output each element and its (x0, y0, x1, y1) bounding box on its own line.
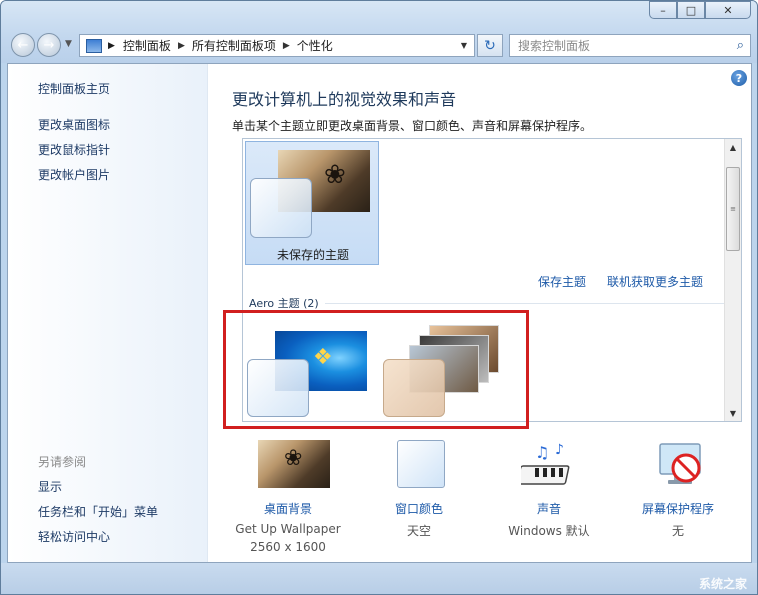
recent-pages-dropdown[interactable]: ▼ (65, 39, 72, 49)
divider (324, 302, 727, 304)
minimize-button[interactable]: – (649, 1, 677, 19)
window: – □ ✕ ← → ▼ ▶ 控制面板 ▶ 所有控制面板项 ▶ 个性化 ▼ ↻ 搜… (0, 0, 758, 595)
window-footer: 系统之家 (1, 563, 757, 594)
page-subtitle: 单击某个主题立即更改桌面背景、窗口颜色、声音和屏幕保护程序。 (232, 119, 593, 133)
sidebar-item-taskbar[interactable]: 任务栏和「开始」菜单 (38, 503, 158, 520)
title-bar: – □ ✕ ← → ▼ ▶ 控制面板 ▶ 所有控制面板项 ▶ 个性化 ▼ ↻ 搜… (1, 1, 757, 63)
maximize-button[interactable]: □ (677, 1, 705, 19)
sidebar-item-desktop-icons[interactable]: 更改桌面图标 (38, 116, 110, 133)
save-theme-link[interactable]: 保存主题 (538, 273, 586, 290)
settings-row: ❀ 桌面背景 Get Up Wallpaper 2560 x 1600 窗口颜色… (208, 436, 753, 556)
sidebar-item-home[interactable]: 控制面板主页 (38, 80, 110, 97)
sidebar-item-ease-of-access[interactable]: 轻松访问中心 (38, 528, 110, 545)
bird-icon: ❀ (284, 446, 303, 471)
get-more-themes-link[interactable]: 联机获取更多主题 (607, 273, 703, 290)
theme-unsaved[interactable]: ❀ 未保存的主题 (245, 141, 379, 265)
sidebar-item-mouse-pointer[interactable]: 更改鼠标指针 (38, 141, 110, 158)
aero-theme-heading-text: Aero 主题 (2) (249, 297, 319, 310)
back-button[interactable]: ← (11, 33, 35, 57)
desktop-background-label[interactable]: 桌面背景 (228, 500, 348, 517)
sidebar: 控制面板主页 更改桌面图标 更改鼠标指针 更改帐户图片 另请参阅 显示 任务栏和… (8, 64, 208, 562)
control-panel-icon (86, 38, 102, 53)
aero-theme-heading: Aero 主题 (2) (249, 295, 727, 311)
theme-window-preview (250, 178, 312, 238)
bird-icon: ❀ (324, 160, 346, 190)
search-input[interactable]: 搜索控制面板 ⌕ (509, 34, 751, 57)
chevron-down-icon[interactable]: ▼ (454, 35, 474, 56)
address-bar[interactable]: ▶ 控制面板 ▶ 所有控制面板项 ▶ 个性化 ▼ (79, 34, 475, 57)
breadcrumb-item-all-items[interactable]: 所有控制面板项 (192, 37, 276, 54)
svg-text:♫: ♫ (535, 443, 549, 462)
window-color-label[interactable]: 窗口颜色 (359, 500, 479, 517)
help-icon[interactable]: ? (731, 70, 747, 86)
sidebar-item-display[interactable]: 显示 (38, 478, 62, 495)
page-title: 更改计算机上的视觉效果和声音 (232, 90, 457, 109)
scrollbar[interactable]: ▲ ≡ ▼ (724, 139, 741, 421)
forward-button[interactable]: → (37, 33, 61, 57)
chevron-right-icon[interactable]: ▶ (283, 41, 290, 51)
sound-icon: ♫ ♪ (521, 442, 570, 485)
breadcrumb: 控制面板 ▶ 所有控制面板项 ▶ 个性化 (123, 37, 333, 54)
search-icon[interactable]: ⌕ (737, 38, 744, 53)
desktop-background-thumbnail: ❀ (258, 440, 330, 488)
chevron-right-icon[interactable]: ▶ (178, 41, 185, 51)
screen-saver-label[interactable]: 屏幕保护程序 (618, 500, 738, 517)
window-color-swatch (397, 440, 445, 488)
breadcrumb-item-control-panel[interactable]: 控制面板 (123, 37, 171, 54)
scroll-down-icon[interactable]: ▼ (725, 405, 741, 421)
sound-label[interactable]: 声音 (489, 500, 609, 517)
desktop-background-name: Get Up Wallpaper (235, 522, 341, 536)
sound-value: Windows 默认 (508, 524, 590, 538)
chevron-right-icon[interactable]: ▶ (108, 41, 115, 51)
search-placeholder: 搜索控制面板 (518, 39, 591, 53)
breadcrumb-item-personalization[interactable]: 个性化 (297, 37, 333, 54)
scroll-up-icon[interactable]: ▲ (725, 139, 741, 155)
sidebar-item-account-picture[interactable]: 更改帐户图片 (38, 166, 110, 183)
close-button[interactable]: ✕ (705, 1, 751, 19)
see-also-heading: 另请参阅 (38, 455, 87, 469)
desktop-background-size: 2560 x 1600 (250, 540, 326, 554)
theme-unsaved-label: 未保存的主题 (276, 248, 349, 262)
highlight-box (223, 310, 529, 429)
window-color-value: 天空 (406, 524, 431, 538)
watermark: 系统之家 (698, 577, 747, 591)
screen-saver-value: 无 (671, 524, 684, 538)
screen-saver-icon (659, 443, 701, 484)
caption-buttons: – □ ✕ (649, 1, 751, 19)
navigation-bar: ← → ▼ ▶ 控制面板 ▶ 所有控制面板项 ▶ 个性化 ▼ ↻ 搜索控制面板 … (9, 31, 751, 59)
svg-text:♪: ♪ (555, 442, 564, 458)
refresh-button[interactable]: ↻ (477, 34, 503, 57)
scroll-thumb[interactable]: ≡ (726, 167, 740, 251)
